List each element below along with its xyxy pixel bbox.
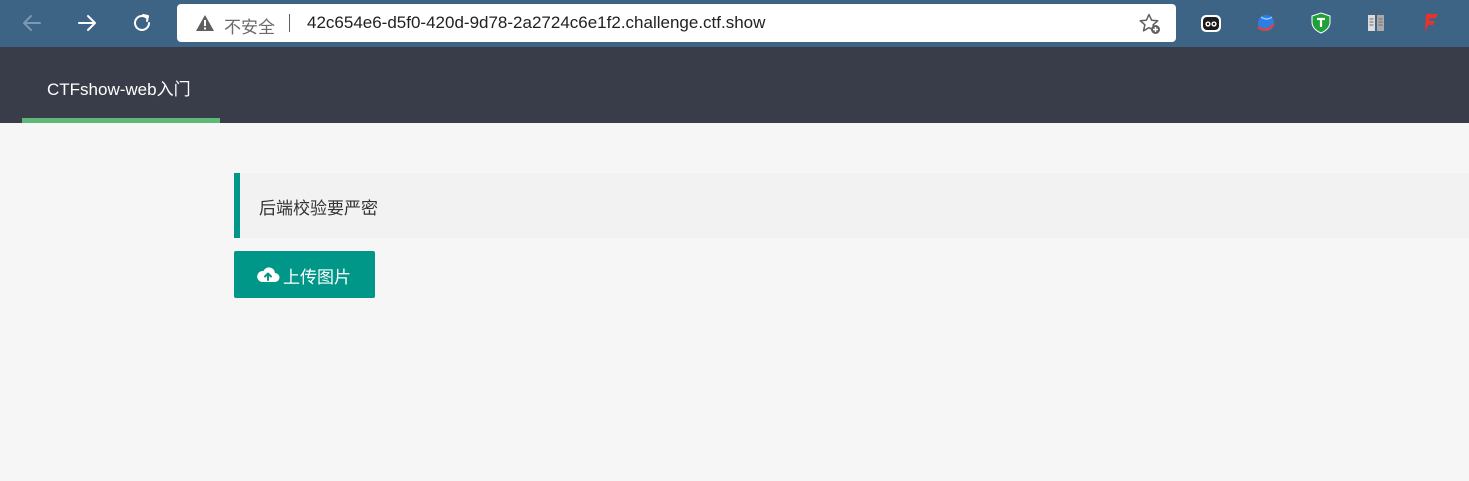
browser-toolbar: 不安全 42c654e6-d5f0-420d-9d78-2a2724c6e1f2… xyxy=(0,0,1469,47)
star-add-icon[interactable] xyxy=(1138,12,1162,41)
nav-item-label: CTFshow-web入门 xyxy=(47,80,191,99)
security-label[interactable]: 不安全 xyxy=(224,13,275,38)
url-text[interactable]: 42c654e6-d5f0-420d-9d78-2a2724c6e1f2.cha… xyxy=(307,13,765,33)
nav-item-ctfshow-web[interactable]: CTFshow-web入门 xyxy=(22,47,220,123)
warning-triangle-icon[interactable] xyxy=(195,14,215,37)
ghost-extension-icon[interactable] xyxy=(1199,11,1223,35)
address-bar[interactable]: 不安全 42c654e6-d5f0-420d-9d78-2a2724c6e1f2… xyxy=(177,4,1176,42)
cloud-upload-icon xyxy=(256,265,280,288)
nav-active-indicator xyxy=(22,118,220,123)
address-divider xyxy=(289,14,290,32)
back-button[interactable] xyxy=(17,8,47,38)
reader-extension-icon[interactable] xyxy=(1364,11,1388,35)
arrow-right-icon xyxy=(75,11,99,35)
site-nav: CTFshow-web入门 xyxy=(0,47,1469,123)
upload-button-label: 上传图片 xyxy=(283,268,351,288)
flash-extension-icon[interactable] xyxy=(1419,11,1443,35)
forward-button[interactable] xyxy=(72,8,102,38)
hint-text: 后端校验要严密 xyxy=(259,199,378,219)
hint-blockquote: 后端校验要严密 xyxy=(234,173,1469,238)
reload-icon xyxy=(130,11,154,35)
arrow-left-icon xyxy=(20,11,44,35)
upload-image-button[interactable]: 上传图片 xyxy=(234,251,375,298)
globe-extension-icon[interactable] xyxy=(1254,11,1278,35)
shield-extension-icon[interactable] xyxy=(1309,11,1333,35)
reload-button[interactable] xyxy=(127,8,157,38)
